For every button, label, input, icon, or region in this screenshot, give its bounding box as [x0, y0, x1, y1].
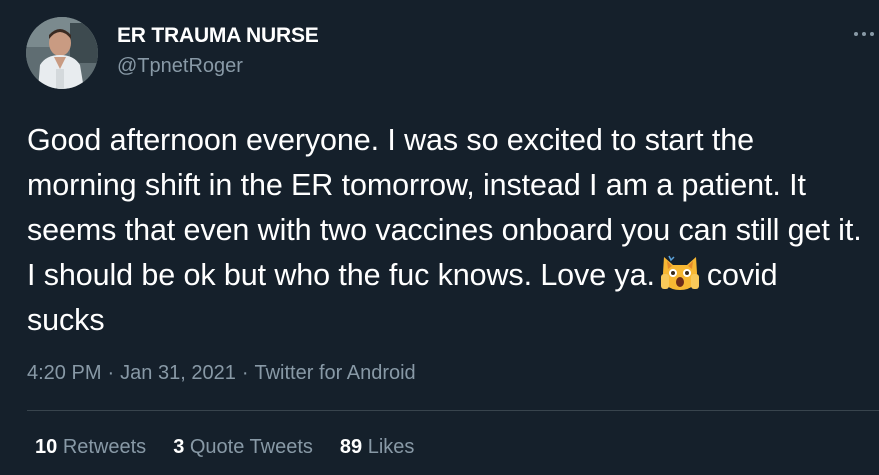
meta-separator: · — [241, 362, 249, 384]
quote-tweets-count: 3 — [173, 436, 185, 458]
likes-stat[interactable]: 89 Likes — [340, 436, 415, 459]
author-handle[interactable]: @TpnetRoger — [117, 55, 243, 78]
stats-divider — [27, 410, 879, 411]
author-avatar[interactable] — [26, 17, 98, 89]
retweets-count: 10 — [35, 436, 58, 458]
tweet-detail: ER TRAUMA NURSE @TpnetRoger Good afterno… — [0, 0, 879, 475]
likes-label: Likes — [367, 436, 415, 458]
avatar-photo-icon — [26, 17, 98, 89]
tweet-time[interactable]: 4:20 PM — [27, 362, 101, 385]
tweet-date[interactable]: Jan 31, 2021 — [120, 362, 236, 385]
more-options-icon[interactable] — [848, 20, 878, 40]
author-display-name[interactable]: ER TRAUMA NURSE — [117, 24, 319, 48]
tweet-metadata: 4:20 PM · Jan 31, 2021 · Twitter for Android — [27, 362, 416, 385]
retweets-label: Retweets — [62, 436, 147, 458]
meta-separator: · — [107, 362, 115, 384]
quote-tweets-stat[interactable]: 3 Quote Tweets — [173, 436, 313, 459]
tweet-text: Good afternoon everyone. I was so excite… — [27, 118, 862, 343]
engagement-stats: 10 Retweets 3 Quote Tweets 89 Likes — [35, 436, 441, 459]
quote-tweets-label: Quote Tweets — [189, 436, 313, 458]
retweets-stat[interactable]: 10 Retweets — [35, 436, 146, 459]
weary-cat-face-emoji-icon — [659, 253, 701, 293]
tweet-source-link[interactable]: Twitter for Android — [254, 362, 415, 385]
likes-count: 89 — [339, 436, 363, 458]
